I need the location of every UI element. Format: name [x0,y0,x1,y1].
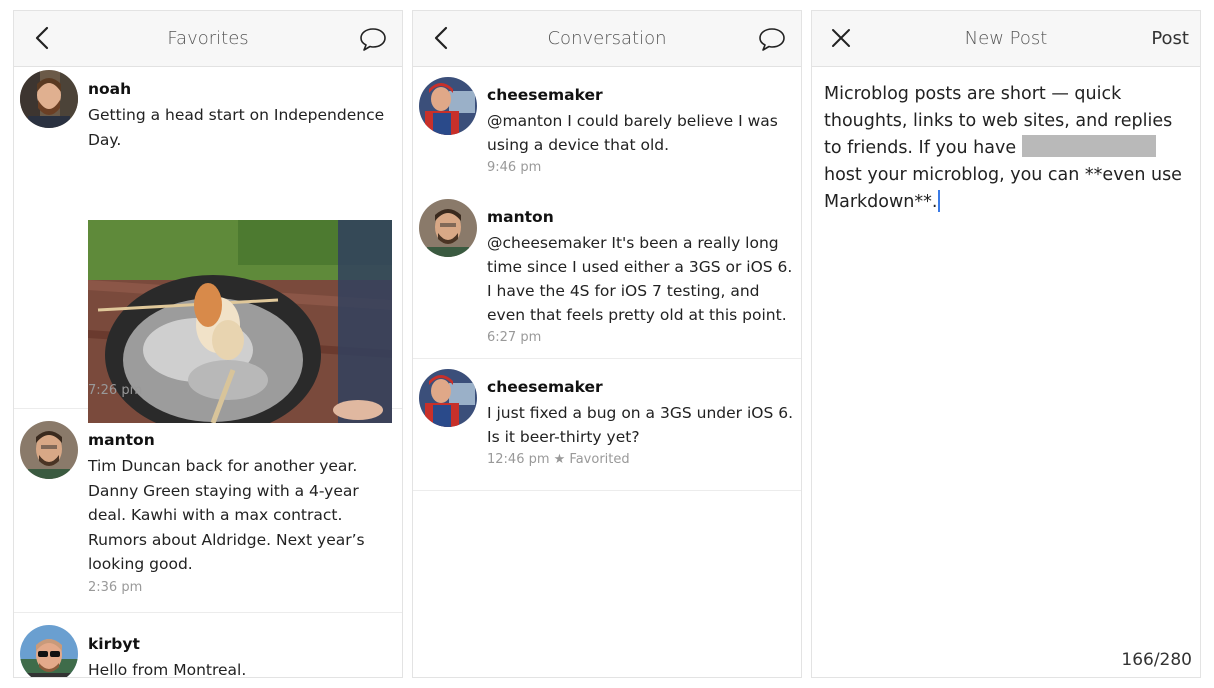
post-text: @manton I could barely believe I was usi… [487,112,778,154]
back-button[interactable] [427,23,457,53]
character-counter: 166/280 [1121,650,1192,670]
post-content: manton Tim Duncan back for another year.… [88,430,394,595]
avatar[interactable] [419,369,477,427]
post-item[interactable]: cheesemaker I just fixed a bug on a 3GS … [413,359,801,491]
username[interactable]: cheesemaker [487,85,793,105]
post-content: cheesemaker @manton I could barely belie… [487,85,793,175]
page-title: Conversation [547,28,667,49]
post-content: noah Getting a head start on Independenc… [88,79,394,152]
username[interactable]: manton [88,430,394,450]
timestamp: 6:27 pm [487,330,542,345]
speech-bubble-icon [360,28,386,51]
avatar[interactable] [20,70,78,128]
timestamp: 2:36 pm [88,579,143,595]
close-icon [832,29,850,47]
username[interactable]: manton [487,207,793,227]
conversation-panel: Conversation cheesemaker @manton I could… [412,10,802,678]
post-content: cheesemaker I just fixed a bug on a 3GS … [487,377,793,467]
post-item[interactable]: cheesemaker @manton I could barely belie… [413,67,801,189]
timestamp: 12:46 pm ★ Favorited [487,452,630,467]
post-editor[interactable]: Microblog posts are short — quick though… [824,81,1188,216]
avatar[interactable] [419,199,477,257]
favorites-panel: Favorites noah Getting a head start on I… [13,10,403,678]
post-item[interactable]: noah Getting a head start on Independenc… [14,67,402,423]
page-title: New Post [964,28,1048,49]
new-post-navbar: New Post Post [812,11,1200,67]
post-text: I just fixed a bug on a 3GS under iOS 6.… [487,404,794,446]
username[interactable]: kirbyt [88,634,394,654]
post-item[interactable]: kirbyt Hello from Montreal. [14,613,402,678]
chevron-left-icon [434,26,448,50]
post-text: Tim Duncan back for another year. Danny … [88,457,365,573]
speech-bubble-icon [759,28,785,51]
post-content: kirbyt Hello from Montreal. [88,634,394,678]
post-footer: 7:26 pm [88,380,394,398]
editor-text: host your microblog, you can **even use … [824,165,1182,212]
username[interactable]: cheesemaker [487,377,793,397]
avatar[interactable] [20,421,78,479]
compose-button[interactable] [358,24,388,54]
reply-button[interactable] [757,24,787,54]
post-item[interactable]: manton @cheesemaker It's been a really l… [413,189,801,359]
post-content: manton @cheesemaker It's been a really l… [487,207,793,345]
timestamp: 9:46 pm [487,160,542,175]
conversation-navbar: Conversation [413,11,801,67]
back-button[interactable] [28,23,58,53]
favorites-navbar: Favorites [14,11,402,67]
chevron-left-icon [35,26,49,50]
post-item[interactable]: manton Tim Duncan back for another year.… [14,409,402,613]
redacted-block [1021,135,1156,157]
post-text: @cheesemaker It's been a really long tim… [487,234,793,324]
timestamp: 7:26 pm [88,383,143,398]
avatar[interactable] [419,77,477,135]
page-title: Favorites [167,28,249,49]
post-button[interactable]: Post [1151,28,1189,49]
new-post-panel: New Post Post Microblog posts are short … [811,10,1201,678]
username[interactable]: noah [88,79,394,99]
text-caret [938,190,941,212]
close-button[interactable] [826,23,856,53]
post-text: Hello from Montreal. [88,661,247,678]
avatar[interactable] [20,625,78,677]
post-text: Getting a head start on Independence Day… [88,106,385,149]
